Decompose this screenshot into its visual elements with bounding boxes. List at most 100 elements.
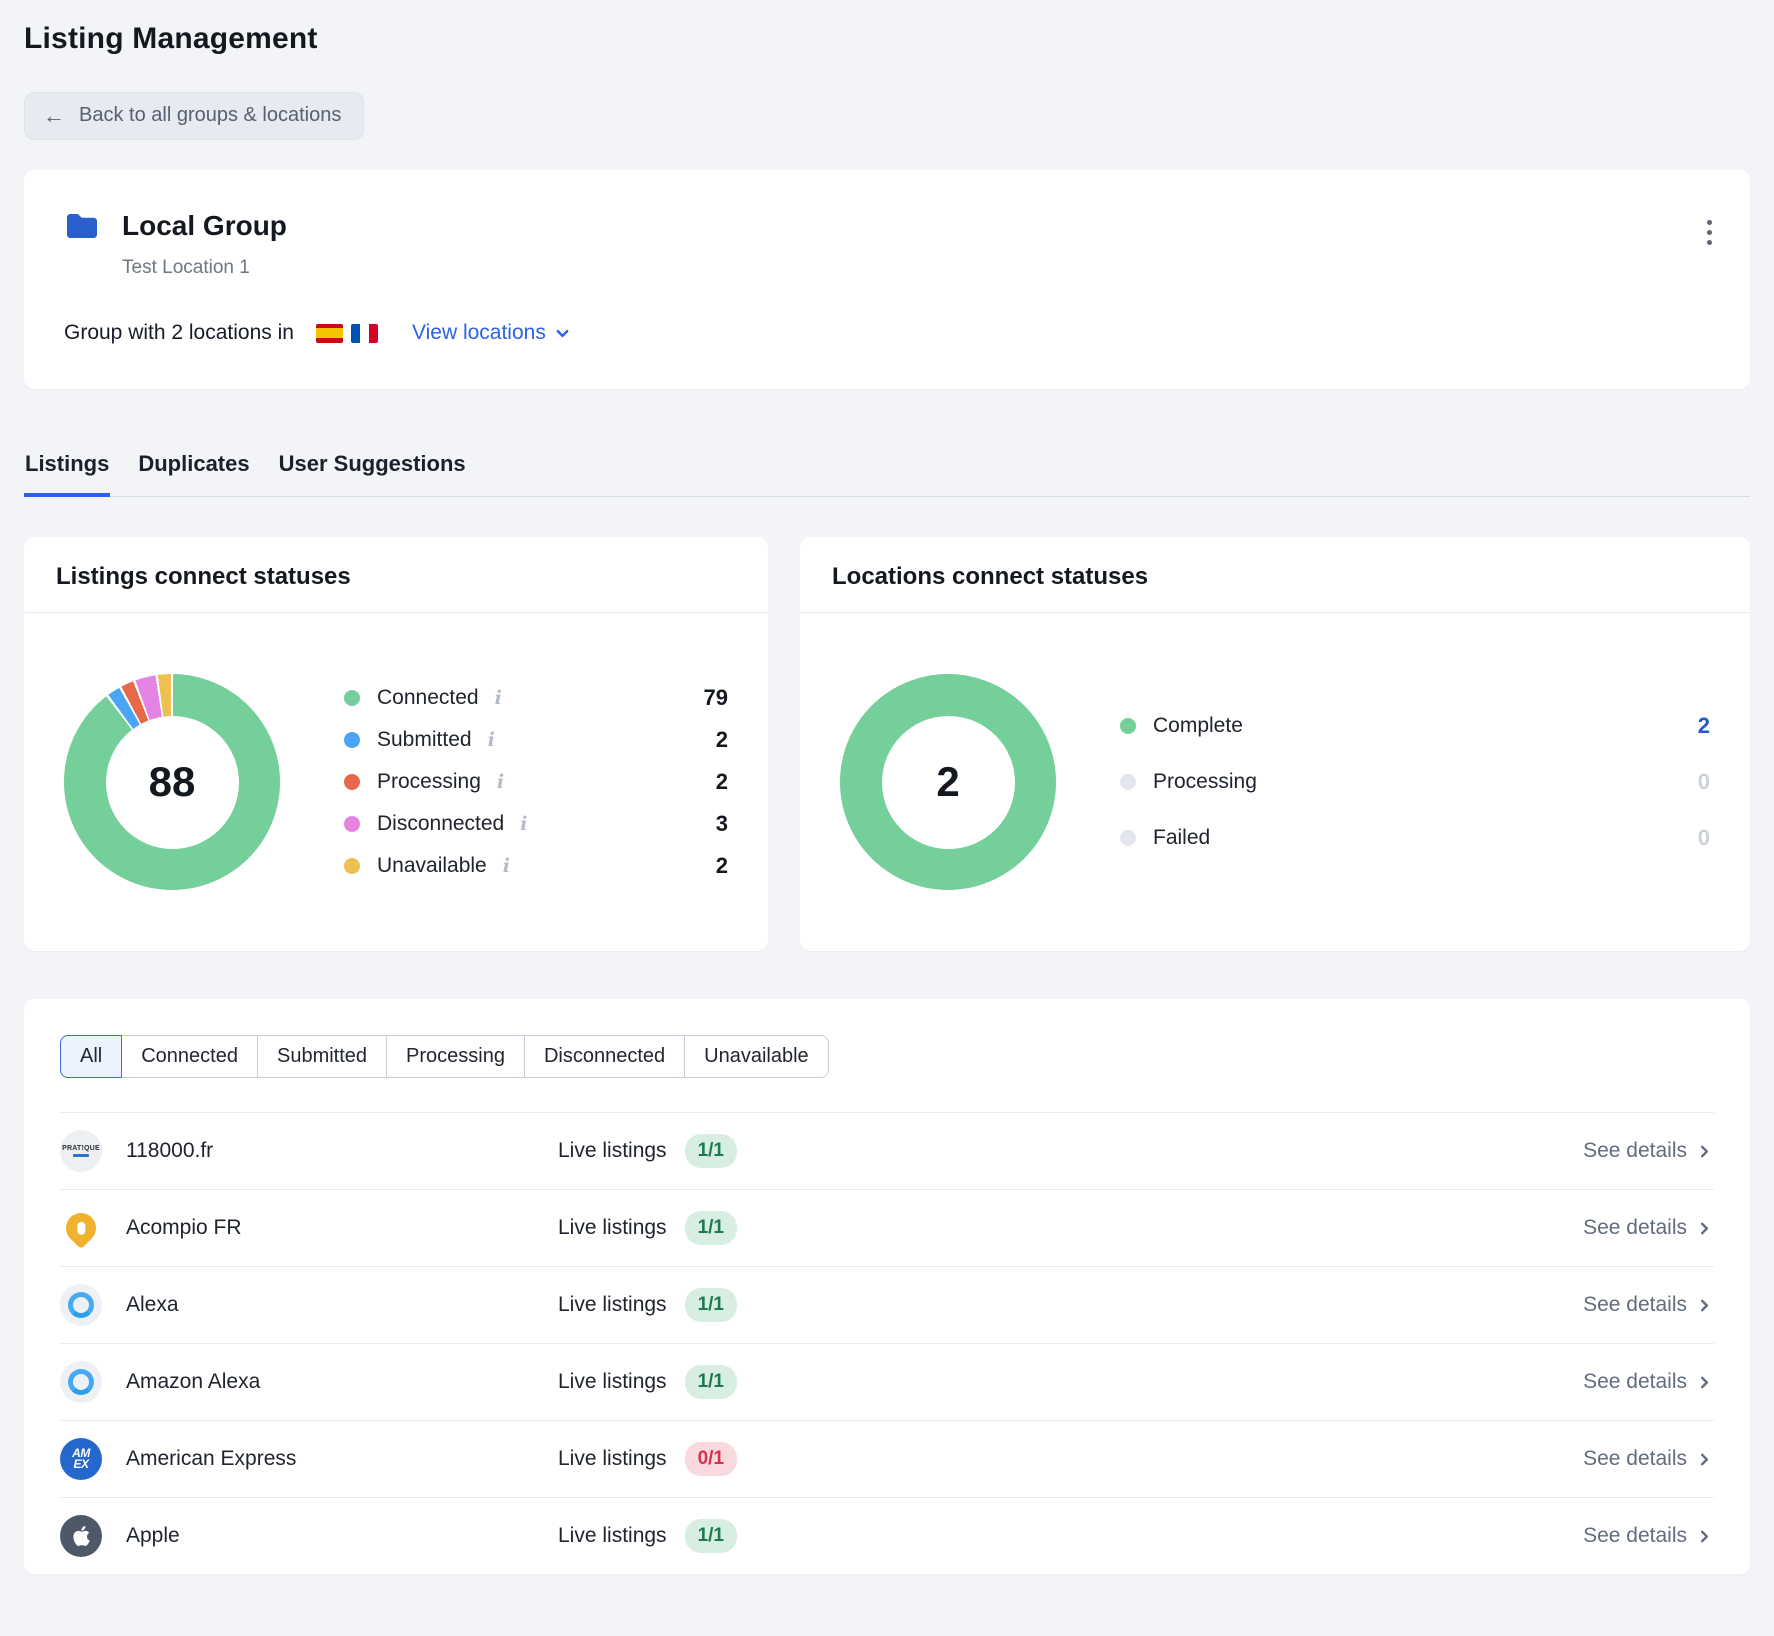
view-locations-label: View locations — [412, 321, 546, 345]
see-details-link[interactable]: See details — [1583, 1370, 1714, 1394]
amex-logo-text: AMEX — [72, 1448, 90, 1470]
filter-all[interactable]: All — [60, 1035, 122, 1078]
chevron-down-icon — [555, 326, 570, 341]
see-details-label: See details — [1583, 1139, 1687, 1163]
status-charts-row: Listings connect statuses 88 Connected i… — [24, 537, 1750, 951]
processing-label: Processing — [377, 770, 481, 794]
filter-submitted[interactable]: Submitted — [257, 1035, 387, 1078]
table-row-amazon-alexa[interactable]: Amazon Alexa Live listings 1/1 See detai… — [60, 1344, 1714, 1421]
back-to-groups-button[interactable]: ← Back to all groups & locations — [24, 92, 364, 140]
live-listings-group: Live listings 1/1 — [558, 1288, 858, 1322]
chevron-right-icon — [1697, 1529, 1712, 1544]
live-listings-group: Live listings 1/1 — [558, 1134, 858, 1168]
live-listings-label: Live listings — [558, 1447, 667, 1471]
loc-processing-label: Processing — [1153, 770, 1257, 794]
connected-dot — [344, 690, 360, 706]
directory-name: American Express — [120, 1447, 558, 1471]
info-icon[interactable]: i — [520, 813, 527, 835]
alexa-ring-icon — [68, 1292, 94, 1318]
table-row-acompio[interactable]: Acompio FR Live listings 1/1 See details — [60, 1190, 1714, 1267]
info-icon[interactable]: i — [503, 855, 510, 877]
status-filter-group: All Connected Submitted Processing Disco… — [60, 1035, 829, 1078]
live-listings-badge: 1/1 — [685, 1288, 737, 1322]
table-row-apple[interactable]: Apple Live listings 1/1 See details — [60, 1498, 1714, 1574]
legend-row-failed: Failed 0 — [1120, 810, 1710, 866]
locations-legend: Complete 2 Processing 0 Failed 0 — [1120, 698, 1710, 866]
loc-processing-dot — [1120, 774, 1136, 790]
listings-legend: Connected i 79 Submitted i 2 Processing … — [344, 677, 728, 887]
filter-connected[interactable]: Connected — [121, 1035, 258, 1078]
disconnected-dot — [344, 816, 360, 832]
table-row-118000fr[interactable]: PRAT!QUE 118000.fr Live listings 1/1 See… — [60, 1113, 1714, 1190]
legend-row-submitted: Submitted i 2 — [344, 719, 728, 761]
tab-user-suggestions[interactable]: User Suggestions — [278, 451, 467, 497]
map-pin-icon — [60, 1207, 102, 1249]
acompio-logo — [60, 1207, 102, 1249]
live-listings-label: Live listings — [558, 1216, 667, 1240]
directory-list: PRAT!QUE 118000.fr Live listings 1/1 See… — [60, 1112, 1714, 1574]
directory-name: Acompio FR — [120, 1216, 558, 1240]
apple-logo — [60, 1515, 102, 1557]
complete-label: Complete — [1153, 714, 1243, 738]
tab-duplicates[interactable]: Duplicates — [137, 451, 250, 497]
see-details-label: See details — [1583, 1293, 1687, 1317]
see-details-link[interactable]: See details — [1583, 1216, 1714, 1240]
view-locations-link[interactable]: View locations — [412, 321, 570, 345]
see-details-label: See details — [1583, 1370, 1687, 1394]
see-details-link[interactable]: See details — [1583, 1524, 1714, 1548]
listings-list-card: All Connected Submitted Processing Disco… — [24, 999, 1750, 1574]
info-icon[interactable]: i — [495, 687, 502, 709]
alexa-logo — [60, 1284, 102, 1326]
table-row-alexa[interactable]: Alexa Live listings 1/1 See details — [60, 1267, 1714, 1344]
listings-donut-chart: 88 — [64, 674, 280, 890]
see-details-label: See details — [1583, 1524, 1687, 1548]
see-details-link[interactable]: See details — [1583, 1139, 1714, 1163]
group-name: Local Group — [122, 210, 287, 242]
processing-dot — [344, 774, 360, 790]
legend-row-unavailable: Unavailable i 2 — [344, 845, 728, 887]
submitted-dot — [344, 732, 360, 748]
legend-row-disconnected: Disconnected i 3 — [344, 803, 728, 845]
live-listings-badge: 0/1 — [685, 1442, 737, 1476]
info-icon[interactable]: i — [497, 771, 504, 793]
listings-statuses-card: Listings connect statuses 88 Connected i… — [24, 537, 768, 951]
connected-value: 79 — [704, 685, 728, 711]
live-listings-badge: 1/1 — [685, 1211, 737, 1245]
submitted-label: Submitted — [377, 728, 472, 752]
complete-value: 2 — [1698, 713, 1710, 739]
listings-statuses-title: Listings connect statuses — [24, 537, 768, 612]
see-details-link[interactable]: See details — [1583, 1447, 1714, 1471]
complete-dot — [1120, 718, 1136, 734]
group-subtitle: Test Location 1 — [122, 257, 1710, 279]
filter-processing[interactable]: Processing — [386, 1035, 525, 1078]
legend-row-connected: Connected i 79 — [344, 677, 728, 719]
chevron-right-icon — [1697, 1298, 1712, 1313]
folder-icon — [64, 208, 100, 244]
group-locations-text: Group with 2 locations in — [64, 321, 294, 345]
chevron-right-icon — [1697, 1375, 1712, 1390]
group-menu-kebab-icon[interactable] — [1701, 214, 1718, 251]
group-header: Local Group — [64, 208, 1710, 244]
see-details-link[interactable]: See details — [1583, 1293, 1714, 1317]
arrow-left-icon: ← — [43, 105, 65, 127]
live-listings-group: Live listings 1/1 — [558, 1211, 858, 1245]
directory-name: Alexa — [120, 1293, 558, 1317]
table-row-american-express[interactable]: AMEX American Express Live listings 0/1 … — [60, 1421, 1714, 1498]
live-listings-label: Live listings — [558, 1524, 667, 1548]
info-icon[interactable]: i — [488, 729, 495, 751]
live-listings-group: Live listings 0/1 — [558, 1442, 858, 1476]
legend-row-processing: Processing i 2 — [344, 761, 728, 803]
filter-disconnected[interactable]: Disconnected — [524, 1035, 685, 1078]
chevron-right-icon — [1697, 1452, 1712, 1467]
live-listings-badge: 1/1 — [685, 1365, 737, 1399]
failed-label: Failed — [1153, 826, 1210, 850]
see-details-label: See details — [1583, 1447, 1687, 1471]
pratique-logo-text: PRAT!QUE — [62, 1145, 100, 1152]
listing-management-page: Listing Management ← Back to all groups … — [0, 0, 1774, 1574]
live-listings-label: Live listings — [558, 1370, 667, 1394]
locations-statuses-title: Locations connect statuses — [800, 537, 1750, 612]
filter-unavailable[interactable]: Unavailable — [684, 1035, 829, 1078]
live-listings-badge: 1/1 — [685, 1519, 737, 1553]
tab-listings[interactable]: Listings — [24, 451, 110, 497]
loc-processing-value: 0 — [1698, 769, 1710, 795]
